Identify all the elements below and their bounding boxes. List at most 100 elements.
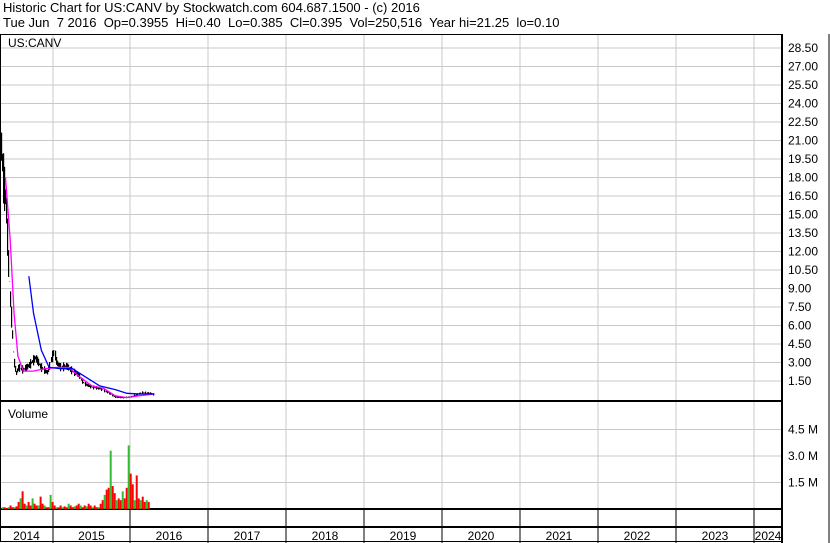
price-tick-label: 4.50	[788, 337, 812, 351]
volume-bar	[15, 506, 18, 509]
volume-bar	[53, 505, 56, 509]
chart-svg: US:CANV Volume 1.50 3.00 4.50 6.00 7.50 9.00 1…	[0, 34, 830, 543]
year-label: 2015	[78, 529, 105, 543]
volume-bar	[47, 507, 50, 509]
volume-bar	[65, 507, 68, 509]
price-tick-label: 10.50	[788, 263, 818, 277]
volume-bar	[37, 505, 40, 509]
price-tick-label: 19.50	[788, 152, 818, 166]
volume-bar	[81, 507, 84, 509]
price-tick-label: 22.50	[788, 115, 818, 129]
price-tick-label: 15.00	[788, 208, 818, 222]
volume-bar	[17, 501, 20, 509]
volume-bar	[127, 445, 130, 509]
volume-bar	[111, 486, 114, 509]
volume-bar	[35, 505, 38, 509]
volume-bar	[143, 501, 146, 509]
volume-bar	[87, 503, 90, 509]
volume-bar	[77, 503, 80, 509]
volume-tick-label: 1.5 M	[788, 476, 818, 490]
volume-bar	[1, 507, 4, 509]
year-label: 2018	[312, 529, 339, 543]
volume-bar	[41, 503, 44, 509]
year-label: 2021	[546, 529, 573, 543]
volume-label: Volume	[8, 407, 48, 421]
volume-bar	[131, 484, 134, 509]
volume-bar	[135, 475, 138, 509]
volume-bar	[49, 494, 52, 509]
volume-bar	[39, 496, 42, 509]
volume-bar	[23, 503, 26, 509]
price-tick-label: 27.00	[788, 60, 818, 74]
volume-bar	[125, 487, 128, 509]
volume-bar	[121, 491, 124, 509]
year-label: 2022	[624, 529, 651, 543]
price-tick-label: 28.50	[788, 41, 818, 55]
volume-bar	[99, 503, 102, 509]
volume-bar	[145, 500, 148, 509]
volume-bar	[3, 507, 6, 509]
volume-bar	[75, 505, 78, 509]
volume-bar	[129, 473, 132, 509]
ma-long-line	[28, 276, 155, 395]
year-label: 2023	[702, 529, 729, 543]
year-label: 2019	[390, 529, 417, 543]
volume-bar	[51, 501, 54, 509]
price-tick-label: 7.50	[788, 300, 812, 314]
volume-bar	[63, 506, 66, 509]
volume-bar	[79, 505, 82, 509]
price-tick-label: 24.00	[788, 97, 818, 111]
volume-bar	[67, 503, 70, 509]
price-tick-label: 3.00	[788, 356, 812, 370]
volume-bar	[117, 498, 120, 509]
price-tick-label: 25.50	[788, 78, 818, 92]
volume-bar	[57, 507, 60, 509]
volume-bar	[97, 507, 100, 509]
volume-bar	[5, 508, 8, 509]
volume-bar	[9, 505, 12, 509]
volume-bar	[141, 496, 144, 509]
price-tick-label: 21.00	[788, 134, 818, 148]
symbol-label: US:CANV	[8, 36, 61, 50]
volume-bar	[7, 507, 10, 509]
volume-bar	[29, 505, 32, 509]
volume-bar	[45, 507, 48, 509]
price-tick-label: 13.50	[788, 226, 818, 240]
volume-bar	[33, 503, 36, 509]
volume-bar	[73, 506, 76, 509]
volume-bar	[89, 505, 92, 509]
year-label: 2014	[13, 529, 40, 543]
year-label: 2017	[234, 529, 261, 543]
volume-tick-label: 4.5 M	[788, 423, 818, 437]
volume-bar	[119, 500, 122, 509]
volume-bar	[19, 498, 22, 509]
volume-bar	[91, 507, 94, 509]
volume-bar	[69, 505, 72, 509]
volume-bar	[55, 507, 58, 509]
stock-chart: Historic Chart for US:CANV by Stockwatch…	[0, 0, 830, 543]
volume-bar	[101, 500, 104, 509]
volume-bar	[113, 493, 116, 509]
year-label: 2020	[468, 529, 495, 543]
volume-bar	[43, 505, 46, 509]
volume-bar	[107, 487, 110, 509]
year-label: 2016	[156, 529, 183, 543]
volume-bar	[21, 491, 24, 509]
volume-bar	[105, 489, 108, 509]
volume-bar	[93, 505, 96, 509]
volume-bar	[11, 507, 14, 509]
price-tick-label: 1.50	[788, 374, 812, 388]
volume-bar	[25, 505, 28, 509]
volume-bar	[109, 450, 112, 509]
volume-bar	[103, 494, 106, 509]
volume-bar	[13, 507, 16, 509]
price-tick-label: 9.00	[788, 282, 812, 296]
volume-tick-label: 3.0 M	[788, 449, 818, 463]
volume-bar	[27, 501, 30, 509]
year-label: 2024	[755, 529, 782, 543]
price-tick-label: 16.50	[788, 189, 818, 203]
volume-bar	[133, 500, 136, 509]
volume-bar	[61, 507, 64, 509]
volume-bar	[71, 507, 74, 509]
volume-bar	[115, 500, 118, 509]
